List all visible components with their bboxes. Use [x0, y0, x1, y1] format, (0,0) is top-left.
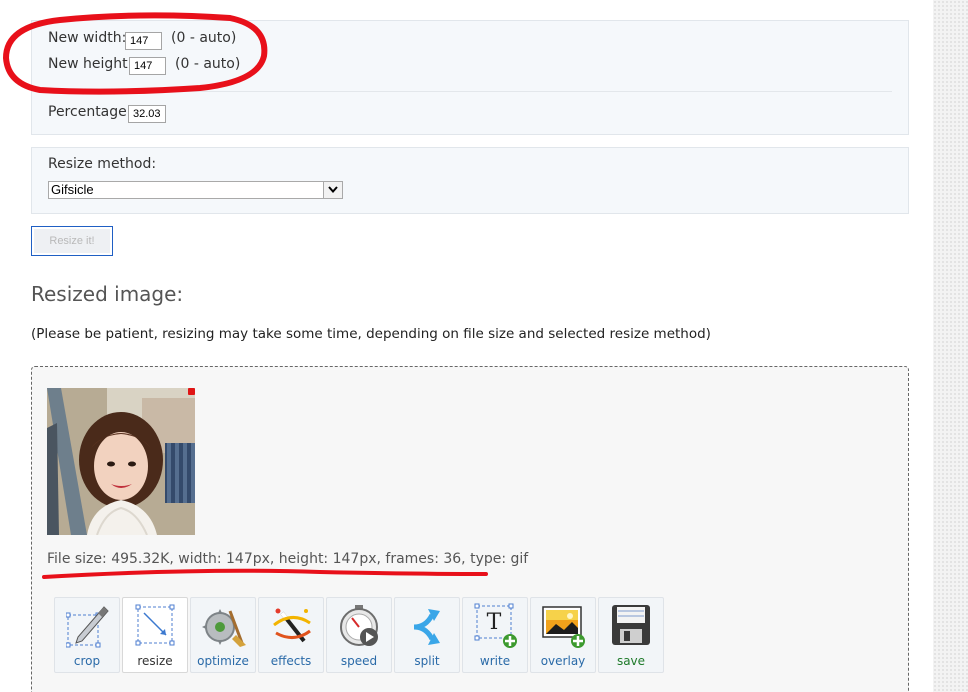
resize-button[interactable]: Resize it! — [31, 226, 113, 256]
svg-text:T: T — [487, 610, 502, 635]
save-icon — [612, 605, 650, 645]
tool-split[interactable]: split — [394, 597, 460, 673]
tool-resize[interactable]: resize — [122, 597, 188, 673]
resize-method-panel: Resize method: Gifsicle — [31, 147, 909, 214]
tool-write[interactable]: T write — [462, 597, 528, 673]
resized-image-preview — [47, 388, 195, 535]
height-hint: (0 - auto) — [175, 56, 241, 72]
tool-optimize[interactable]: optimize — [190, 597, 256, 673]
tool-resize-label: resize — [137, 654, 173, 668]
tool-overlay[interactable]: overlay — [530, 597, 596, 673]
tool-crop[interactable]: crop — [54, 597, 120, 673]
height-label: New height: — [48, 56, 133, 72]
tool-speed-label: speed — [340, 654, 378, 668]
write-icon: T — [474, 603, 517, 648]
close-icon[interactable] — [188, 388, 195, 395]
page-side-pattern — [933, 0, 968, 692]
dimensions-panel: New width: 147 (0 - auto) New height: 14… — [31, 20, 909, 135]
speed-icon — [340, 605, 378, 646]
resize-icon — [135, 604, 175, 646]
tool-overlay-label: overlay — [540, 654, 586, 668]
tool-write-label: write — [479, 654, 511, 668]
tool-crop-label: crop — [73, 654, 101, 668]
tool-speed[interactable]: speed — [326, 597, 392, 673]
width-hint: (0 - auto) — [171, 30, 237, 46]
file-info: File size: 495.32K, width: 147px, height… — [47, 551, 529, 567]
effects-icon — [273, 608, 311, 643]
patience-notice: (Please be patient, resizing may take so… — [31, 326, 711, 342]
tool-effects[interactable]: effects — [258, 597, 324, 673]
tool-effects-label: effects — [270, 654, 312, 668]
result-heading: Resized image: — [31, 282, 184, 306]
width-input[interactable]: 147 — [125, 32, 162, 50]
chevron-down-icon[interactable] — [323, 182, 342, 198]
panel-divider — [48, 91, 892, 92]
resize-method-label: Resize method: — [48, 156, 157, 172]
percentage-input[interactable]: 32.03 — [128, 105, 166, 123]
height-input[interactable]: 147 — [129, 57, 166, 75]
split-icon — [413, 609, 440, 645]
tool-save[interactable]: save — [598, 597, 664, 673]
tool-save-label: save — [616, 654, 646, 668]
optimize-icon — [202, 609, 246, 647]
tool-optimize-label: optimize — [197, 654, 249, 668]
crop-icon — [66, 606, 109, 648]
overlay-icon — [542, 606, 585, 648]
resize-method-value: Gifsicle — [51, 182, 94, 197]
percentage-label: Percentage: — [48, 104, 132, 120]
tool-split-label: split — [414, 654, 440, 668]
resize-method-select[interactable]: Gifsicle — [48, 181, 343, 199]
width-label: New width: — [48, 30, 127, 46]
